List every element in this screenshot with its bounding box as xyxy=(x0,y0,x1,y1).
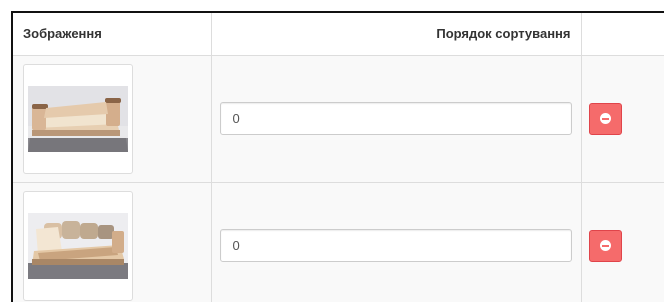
remove-image-button[interactable] xyxy=(588,102,622,135)
action-cell xyxy=(580,181,664,302)
sort-order-input[interactable] xyxy=(219,229,572,262)
action-cell xyxy=(580,54,664,183)
column-header-image: Зображення xyxy=(13,13,212,56)
image-cell xyxy=(13,181,212,302)
sort-order-input[interactable] xyxy=(219,102,572,135)
image-thumbnail[interactable] xyxy=(23,190,133,301)
sort-order-cell xyxy=(210,54,582,183)
table-header-row: Зображення Порядок сортування xyxy=(13,13,664,56)
minus-circle-icon xyxy=(599,113,611,124)
minus-circle-icon xyxy=(599,240,611,251)
image-cell xyxy=(13,54,212,183)
image-thumbnail[interactable] xyxy=(23,63,133,174)
table-row xyxy=(13,54,664,183)
sort-order-cell xyxy=(210,181,582,302)
product-images-panel: Зображення Порядок сортування xyxy=(11,11,664,302)
sofa-photo xyxy=(28,212,128,279)
column-header-action xyxy=(580,13,664,56)
column-header-sort-order: Порядок сортування xyxy=(210,13,582,56)
sofa-photo xyxy=(28,85,128,152)
remove-image-button[interactable] xyxy=(588,229,622,262)
product-images-table: Зображення Порядок сортування xyxy=(13,13,664,302)
table-row xyxy=(13,181,664,302)
